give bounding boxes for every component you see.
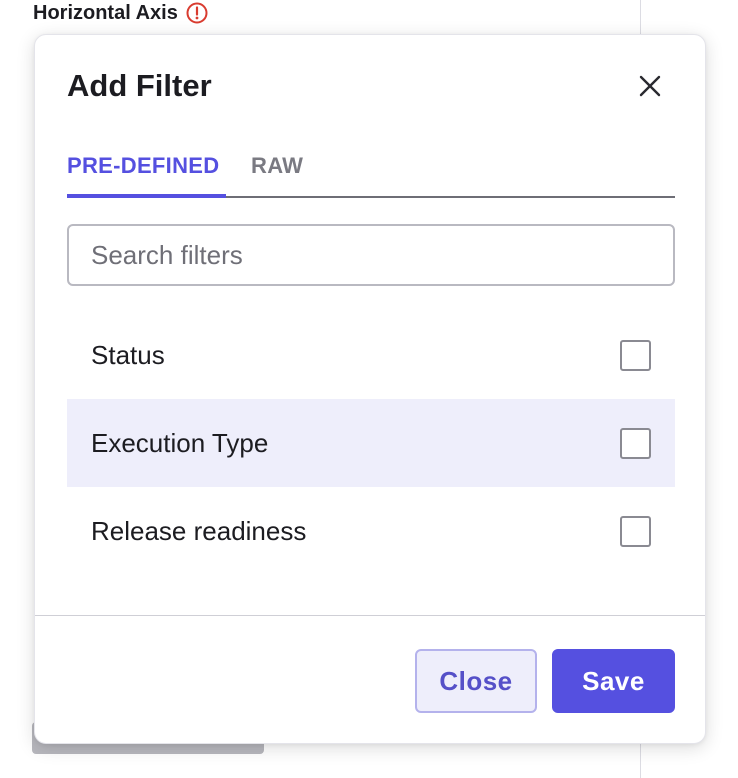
filter-item-label: Status <box>91 339 165 370</box>
filter-checkbox-execution-type[interactable] <box>620 427 651 459</box>
filter-item-release-readiness[interactable]: Release readiness <box>67 487 675 575</box>
tab-pre-defined[interactable]: PRE-DEFINED <box>67 149 219 194</box>
add-filter-modal: Add Filter PRE-DEFINED RAW Status Execut… <box>34 34 706 744</box>
footer-divider <box>35 615 705 616</box>
search-filters-input[interactable] <box>67 224 675 286</box>
section-label-text: Horizontal Axis <box>33 2 178 24</box>
modal-title: Add Filter <box>67 68 212 103</box>
filter-item-label: Release readiness <box>91 515 307 546</box>
page: Horizontal Axis Add Filter PRE-DEFINED R… <box>0 0 738 778</box>
active-tab-indicator <box>67 194 226 198</box>
close-icon[interactable] <box>635 71 665 101</box>
filter-checkbox-release-readiness[interactable] <box>620 515 651 547</box>
filter-item-label: Execution Type <box>91 427 269 458</box>
filter-item-status[interactable]: Status <box>67 311 675 399</box>
save-button[interactable]: Save <box>552 649 675 713</box>
exclamation-circle-icon <box>186 2 208 24</box>
tab-raw[interactable]: RAW <box>251 149 303 183</box>
horizontal-axis-section-label: Horizontal Axis <box>33 0 208 26</box>
filter-list: Status Execution Type Release readiness <box>67 311 675 575</box>
filter-item-execution-type[interactable]: Execution Type <box>67 399 675 487</box>
filter-tabs: PRE-DEFINED RAW <box>67 149 675 198</box>
close-button[interactable]: Close <box>415 649 537 713</box>
filter-checkbox-status[interactable] <box>620 339 651 371</box>
